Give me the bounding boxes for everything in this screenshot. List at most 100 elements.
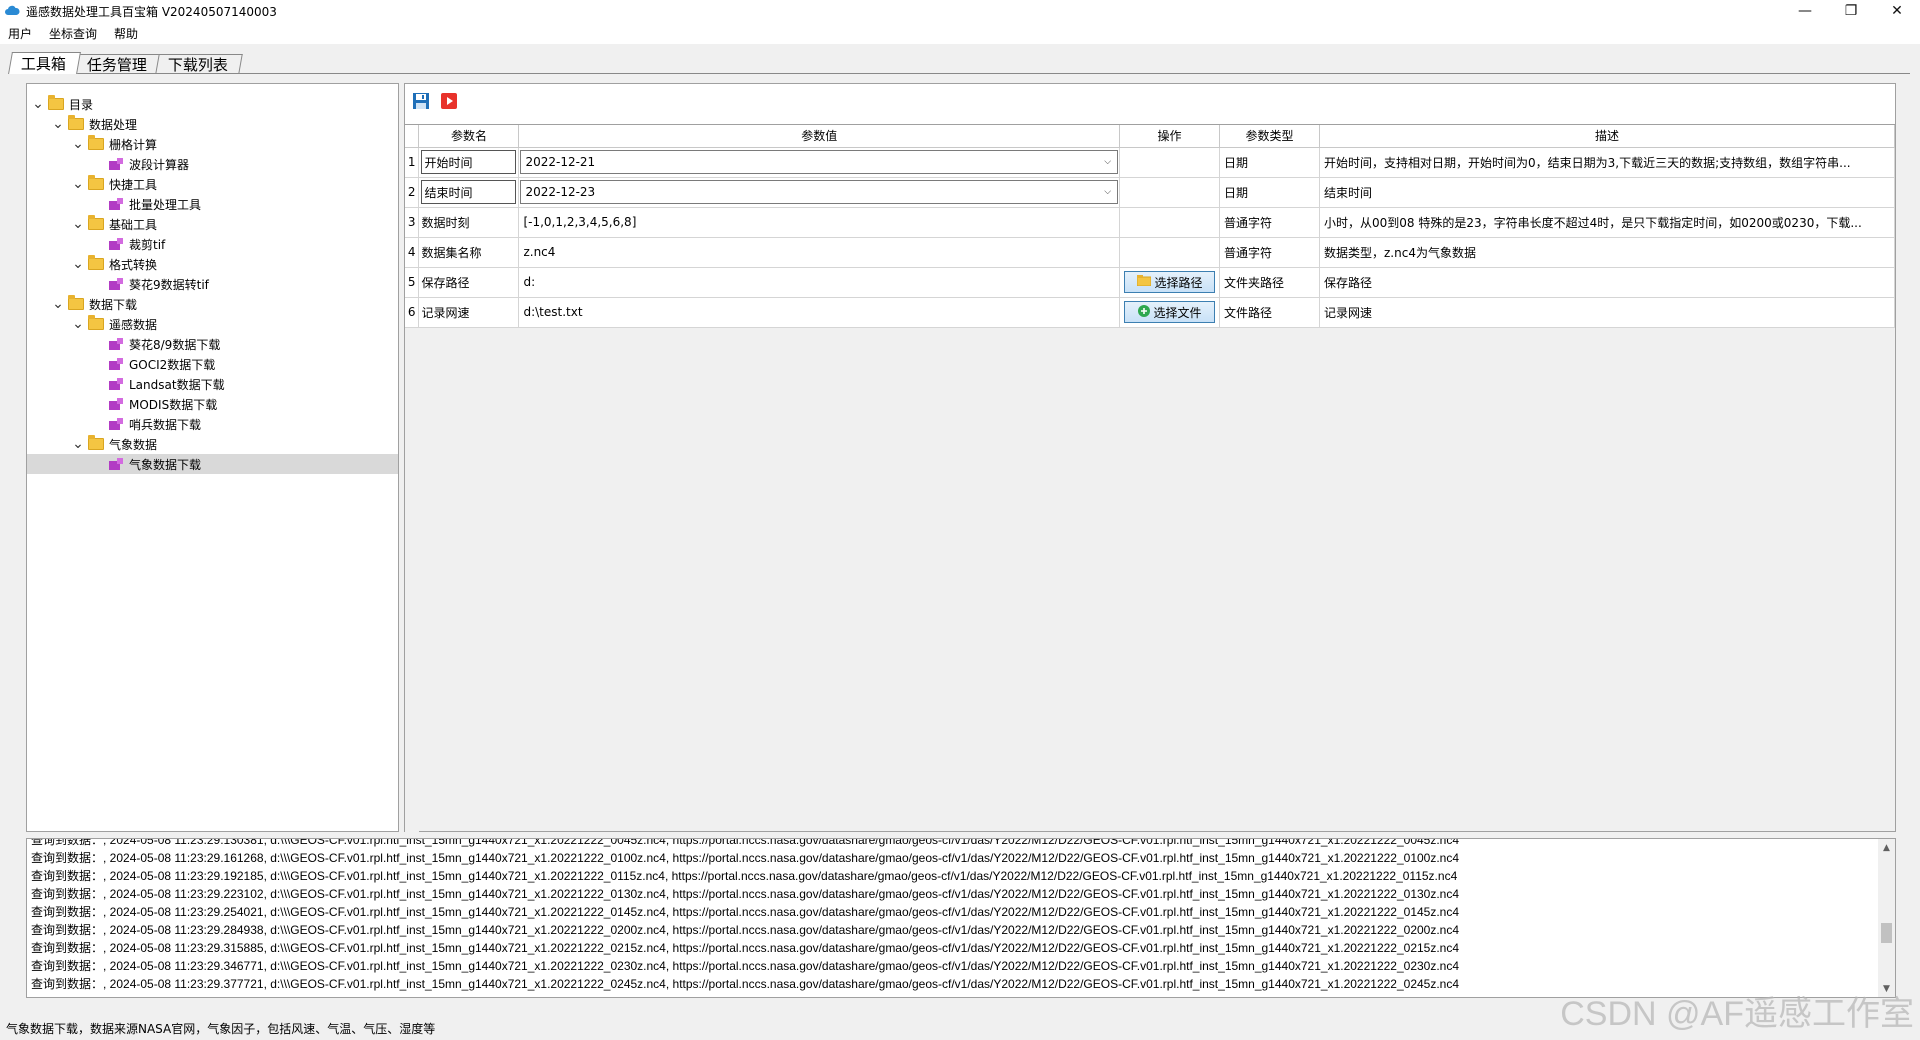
tab-download-list[interactable]: 下载列表 xyxy=(155,54,243,74)
param-name-cell[interactable]: 记录网速 xyxy=(418,297,520,328)
scroll-thumb[interactable] xyxy=(1881,923,1892,943)
tree-tool-item[interactable]: 哨兵数据下载 xyxy=(27,414,398,434)
tree-tool-item[interactable]: 气象数据下载 xyxy=(27,454,398,474)
param-type-cell[interactable]: 日期 xyxy=(1219,177,1320,208)
param-name-cell[interactable]: 结束时间 xyxy=(418,177,520,208)
tool-icon xyxy=(109,198,123,210)
tree-item-label: Landsat数据下载 xyxy=(129,377,225,392)
param-type-cell[interactable]: 日期 xyxy=(1219,147,1320,178)
expand-chevron-icon[interactable]: ⌄ xyxy=(51,117,65,131)
tab-task-manager[interactable]: 任务管理 xyxy=(74,54,162,74)
select-file-button[interactable]: 选择文件 xyxy=(1124,301,1216,323)
description-cell[interactable]: 小时，从00到08 特殊的是23，字符串长度不超过4时，是只下载指定时间，如02… xyxy=(1319,207,1895,238)
tool-icon xyxy=(109,158,123,170)
save-icon xyxy=(413,93,429,109)
tree-folder-item[interactable]: ⌄ 栅格计算 xyxy=(27,134,398,154)
restore-button[interactable]: ❐ xyxy=(1828,0,1874,22)
log-output[interactable]: 查询到数据：, 2024-05-08 11:23:29.377721, d:\\… xyxy=(26,838,1896,998)
tree-tool-item[interactable]: 波段计算器 xyxy=(27,154,398,174)
header-description[interactable]: 描述 xyxy=(1319,125,1895,148)
select-path-button[interactable]: 选择路径 xyxy=(1124,271,1216,293)
tree-item-label: 葵花9数据转tif xyxy=(129,277,209,292)
tree-folder-item[interactable]: ⌄ 数据下载 xyxy=(27,294,398,314)
tree-folder-item[interactable]: ⌄ 目录 xyxy=(27,94,398,114)
param-name-cell[interactable]: 保存路径 xyxy=(418,267,520,298)
tree-item-label: MODIS数据下载 xyxy=(129,397,218,412)
param-name-cell[interactable]: 数据集名称 xyxy=(418,237,520,268)
param-value-cell[interactable]: d: xyxy=(518,267,1121,298)
param-value: z.nc4 xyxy=(523,245,556,259)
param-name: 保存路径 xyxy=(421,275,470,290)
tree-folder-item[interactable]: ⌄ 遥感数据 xyxy=(27,314,398,334)
tool-icon xyxy=(109,418,123,430)
folder-icon xyxy=(68,295,84,310)
tree-tool-item[interactable]: MODIS数据下载 xyxy=(27,394,398,414)
tree-folder-item[interactable]: ⌄ 基础工具 xyxy=(27,214,398,234)
description-cell[interactable]: 数据类型，z.nc4为气象数据 xyxy=(1319,237,1895,268)
tree-tool-item[interactable]: 裁剪tif xyxy=(27,234,398,254)
expand-chevron-icon[interactable]: ⌄ xyxy=(71,137,85,151)
chevron-down-icon[interactable]: ⌵ xyxy=(1104,187,1111,197)
description-cell[interactable]: 结束时间 xyxy=(1319,177,1895,208)
scroll-up-arrow-icon[interactable]: ▲ xyxy=(1878,839,1895,856)
tree-item-label: 裁剪tif xyxy=(129,237,166,252)
param-type-cell[interactable]: 普通字符 xyxy=(1219,207,1320,238)
expand-chevron-icon[interactable]: ⌄ xyxy=(51,297,65,311)
param-value-cell[interactable]: d:\test.txt xyxy=(518,297,1121,328)
param-name: 结束时间 xyxy=(421,180,517,204)
tree-tool-item[interactable]: Landsat数据下载 xyxy=(27,374,398,394)
expand-chevron-icon[interactable]: ⌄ xyxy=(71,317,85,331)
expand-chevron-icon[interactable]: ⌄ xyxy=(71,437,85,451)
tree-tool-item[interactable]: GOCI2数据下载 xyxy=(27,354,398,374)
date-combobox[interactable]: 2022-12-21 ⌵ xyxy=(520,150,1119,174)
date-combobox[interactable]: 2022-12-23 ⌵ xyxy=(520,180,1119,204)
header-operation[interactable]: 操作 xyxy=(1119,125,1221,148)
tree-folder-item[interactable]: ⌄ 快捷工具 xyxy=(27,174,398,194)
minimize-button[interactable]: — xyxy=(1782,0,1828,22)
tree-folder-item[interactable]: ⌄ 气象数据 xyxy=(27,434,398,454)
tree-tool-item[interactable]: 葵花9数据转tif xyxy=(27,274,398,294)
run-button[interactable] xyxy=(438,90,460,112)
header-param-name[interactable]: 参数名 xyxy=(418,125,520,148)
menu-user[interactable]: 用户 xyxy=(0,25,41,42)
param-type-cell[interactable]: 文件夹路径 xyxy=(1219,267,1320,298)
save-button[interactable] xyxy=(410,90,432,112)
description-cell[interactable]: 开始时间，支持相对日期，开始时间为0，结束日期为3,下载近三天的数据;支持数组，… xyxy=(1319,147,1895,178)
description-cell[interactable]: 保存路径 xyxy=(1319,267,1895,298)
tab-toolbox[interactable]: 工具箱 xyxy=(8,52,81,74)
expand-chevron-icon[interactable]: ⌄ xyxy=(71,177,85,191)
header-param-type[interactable]: 参数类型 xyxy=(1219,125,1320,148)
param-type-cell[interactable]: 文件路径 xyxy=(1219,297,1320,328)
menu-help[interactable]: 帮助 xyxy=(106,25,147,42)
expand-chevron-icon[interactable]: ⌄ xyxy=(31,97,45,111)
tab-strip: 工具箱 任务管理 下载列表 xyxy=(8,52,243,74)
expand-chevron-icon[interactable]: ⌄ xyxy=(71,257,85,271)
header-param-value[interactable]: 参数值 xyxy=(518,125,1121,148)
tree-item-label: 数据下载 xyxy=(89,297,138,312)
operation-cell xyxy=(1119,237,1221,268)
log-scrollbar[interactable]: ▲ ▼ xyxy=(1878,839,1895,997)
tree-folder-item[interactable]: ⌄ 数据处理 xyxy=(27,114,398,134)
tab-divider xyxy=(10,73,1910,74)
description-cell[interactable]: 记录网速 xyxy=(1319,297,1895,328)
operation-cell xyxy=(1119,147,1221,178)
param-value-cell[interactable]: 2022-12-21 ⌵ xyxy=(518,147,1121,178)
tree-tool-item[interactable]: 批量处理工具 xyxy=(27,194,398,214)
param-value-cell[interactable]: z.nc4 xyxy=(518,237,1121,268)
operation-cell: 选择文件 xyxy=(1119,297,1221,328)
chevron-down-icon[interactable]: ⌵ xyxy=(1104,157,1111,167)
tree-folder-item[interactable]: ⌄ 格式转换 xyxy=(27,254,398,274)
close-button[interactable]: ✕ xyxy=(1874,0,1920,22)
expand-chevron-icon[interactable]: ⌄ xyxy=(71,217,85,231)
param-value-cell[interactable]: 2022-12-23 ⌵ xyxy=(518,177,1121,208)
tree-tool-item[interactable]: 葵花8/9数据下载 xyxy=(27,334,398,354)
param-type-cell[interactable]: 普通字符 xyxy=(1219,237,1320,268)
param-value-cell[interactable]: [-1,0,1,2,3,4,5,6,8] xyxy=(518,207,1121,238)
param-name-cell[interactable]: 数据时刻 xyxy=(418,207,520,238)
menu-coordinate-query[interactable]: 坐标查询 xyxy=(41,25,106,42)
param-name-cell[interactable]: 开始时间 xyxy=(418,147,520,178)
